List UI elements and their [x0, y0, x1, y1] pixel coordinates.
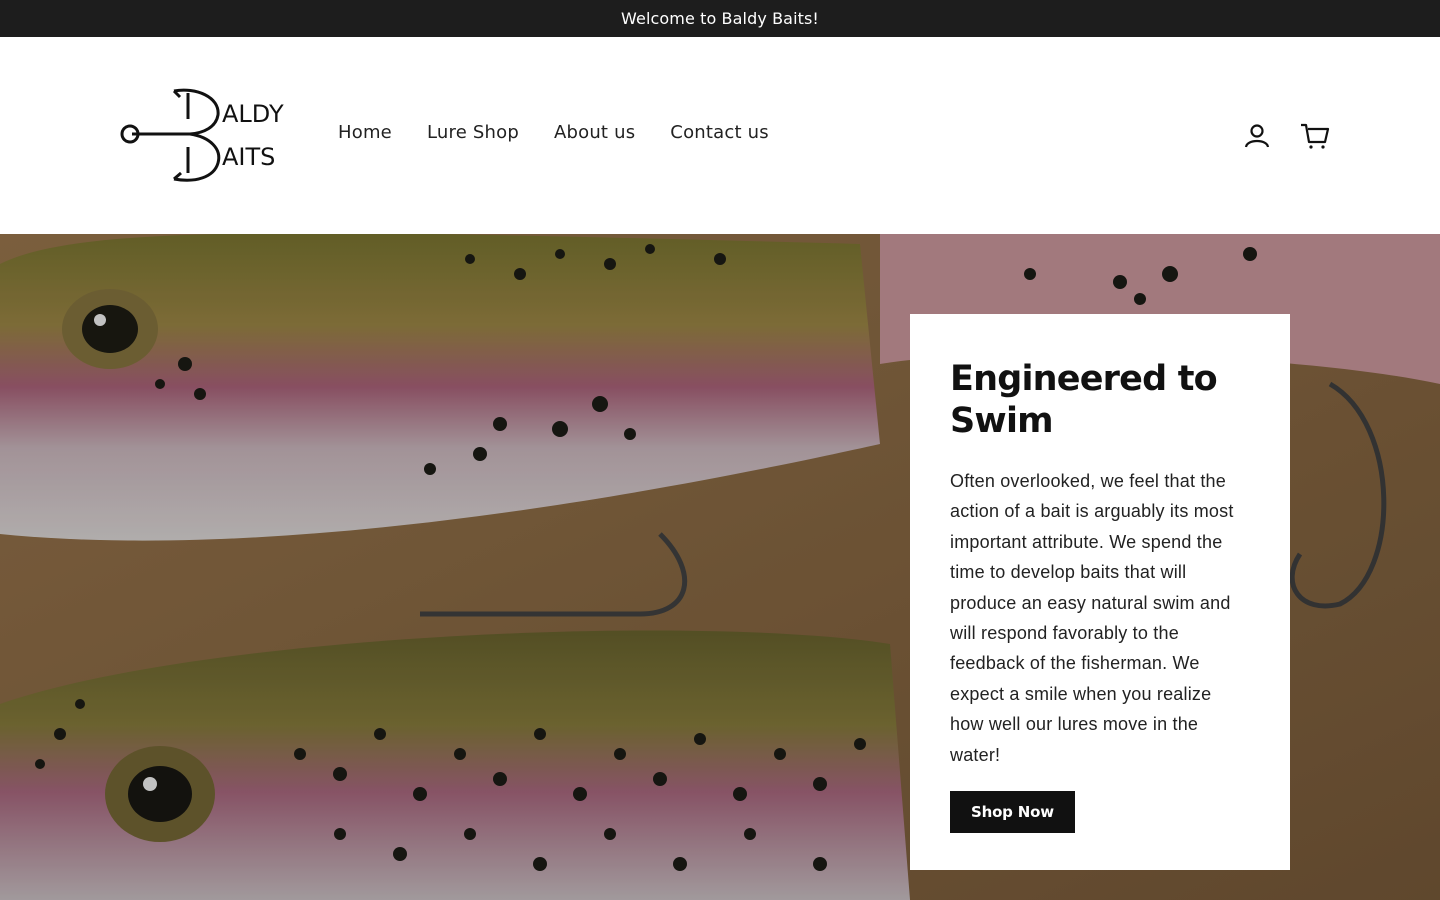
logo-line2: AITS	[222, 143, 275, 171]
account-button[interactable]	[1242, 121, 1272, 151]
hero-text-card: Engineered to Swim Often overlooked, we …	[910, 314, 1290, 870]
hero-title: Engineered to Swim	[950, 359, 1218, 441]
site-logo[interactable]: ALDY AITS	[118, 87, 288, 185]
site-header: ALDY AITS Home Lure Shop About us Contac…	[0, 37, 1440, 234]
cart-icon	[1301, 123, 1330, 149]
main-nav: Home Lure Shop About us Contact us	[338, 122, 804, 143]
announcement-bar: Welcome to Baldy Baits!	[0, 0, 1440, 37]
nav-lure-shop[interactable]: Lure Shop	[427, 122, 519, 143]
user-icon	[1244, 124, 1270, 148]
announcement-text: Welcome to Baldy Baits!	[621, 9, 819, 28]
nav-about-us[interactable]: About us	[554, 122, 635, 143]
hero-description: Often overlooked, we feel that the actio…	[950, 471, 1234, 765]
header-icons	[1242, 121, 1330, 151]
cart-button[interactable]	[1300, 121, 1330, 151]
shop-now-button[interactable]: Shop Now	[950, 791, 1075, 834]
fishhook-logo-icon: ALDY AITS	[120, 88, 284, 182]
nav-contact-us[interactable]: Contact us	[670, 122, 769, 143]
logo-line1: ALDY	[222, 100, 284, 128]
nav-home[interactable]: Home	[338, 122, 392, 143]
